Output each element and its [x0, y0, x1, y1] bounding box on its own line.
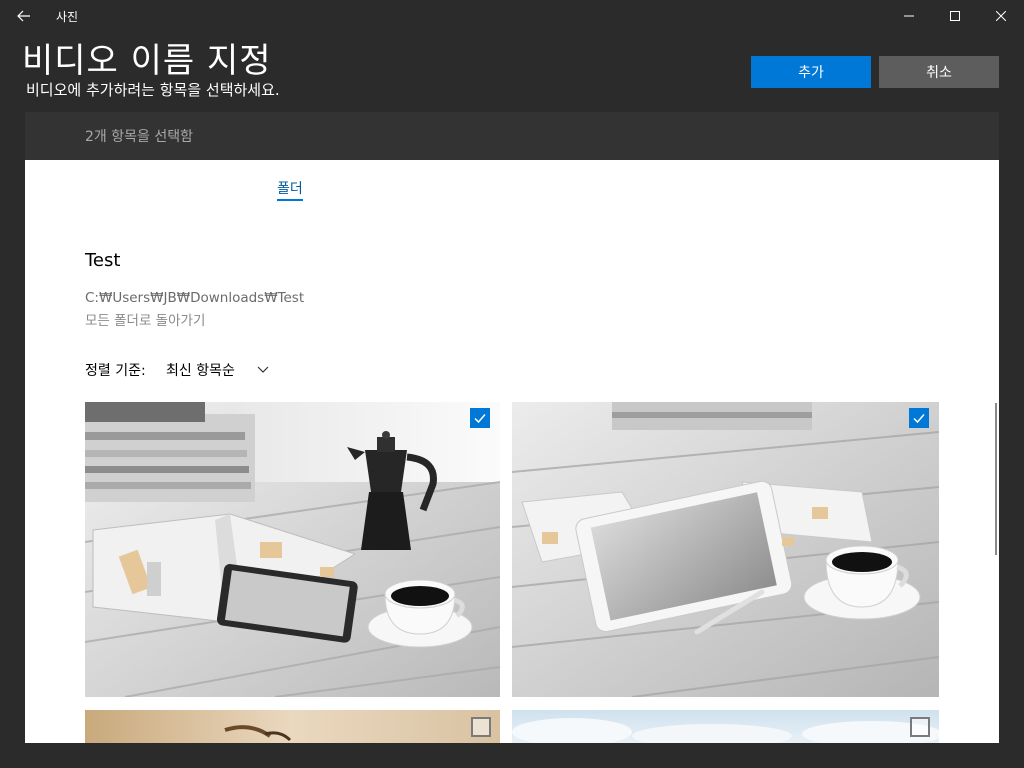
- photo-thumbnail[interactable]: [512, 710, 939, 743]
- photo-image: [85, 710, 500, 743]
- photo-thumbnail[interactable]: [85, 710, 500, 743]
- tab-folder[interactable]: 폴더: [277, 178, 303, 201]
- page-title: 비디오 이름 지정: [22, 41, 272, 81]
- select-checkbox[interactable]: [910, 717, 930, 737]
- sort-dropdown[interactable]: 최신 항목순: [166, 360, 235, 380]
- folder-name: Test: [85, 250, 121, 271]
- folder-content: 폴더 Test C:₩Users₩JB₩Downloads₩Test 모든 폴더…: [25, 160, 999, 743]
- back-to-all-folders-link[interactable]: 모든 폴더로 돌아가기: [85, 309, 205, 329]
- add-button[interactable]: 추가: [751, 56, 871, 88]
- photo-thumbnail[interactable]: [512, 402, 939, 697]
- photo-image: [512, 710, 939, 743]
- title-bar: 사진: [0, 0, 1024, 32]
- sort-label: 정렬 기준:: [85, 363, 146, 379]
- selection-bar: 2개 항목을 선택함: [25, 112, 999, 160]
- page-subtitle: 비디오에 추가하려는 항목을 선택하세요.: [26, 81, 280, 99]
- folder-path: C:₩Users₩JB₩Downloads₩Test: [85, 290, 305, 306]
- cancel-button[interactable]: 취소: [879, 56, 999, 88]
- chevron-down-icon[interactable]: [256, 362, 270, 376]
- minimize-icon: [904, 15, 914, 17]
- back-arrow-icon: [17, 10, 30, 22]
- checkmark-icon: [474, 414, 486, 424]
- maximize-icon: [950, 11, 960, 21]
- picker-panel: 2개 항목을 선택함 폴더 Test C:₩Users₩JB₩Downloads…: [25, 112, 999, 743]
- close-button[interactable]: [978, 0, 1024, 32]
- back-button[interactable]: [8, 0, 40, 32]
- checkmark-icon: [913, 414, 925, 424]
- minimize-button[interactable]: [886, 0, 932, 32]
- photo-image: [512, 402, 939, 697]
- photo-thumbnail[interactable]: [85, 402, 500, 697]
- maximize-button[interactable]: [932, 0, 978, 32]
- app-title: 사진: [56, 10, 79, 24]
- select-checkbox[interactable]: [909, 408, 929, 428]
- close-icon: [996, 11, 1006, 21]
- vertical-scrollbar[interactable]: [995, 403, 997, 555]
- selection-count: 2개 항목을 선택함: [85, 129, 193, 145]
- photo-image: [85, 402, 500, 697]
- select-checkbox[interactable]: [470, 408, 490, 428]
- select-checkbox[interactable]: [471, 717, 491, 737]
